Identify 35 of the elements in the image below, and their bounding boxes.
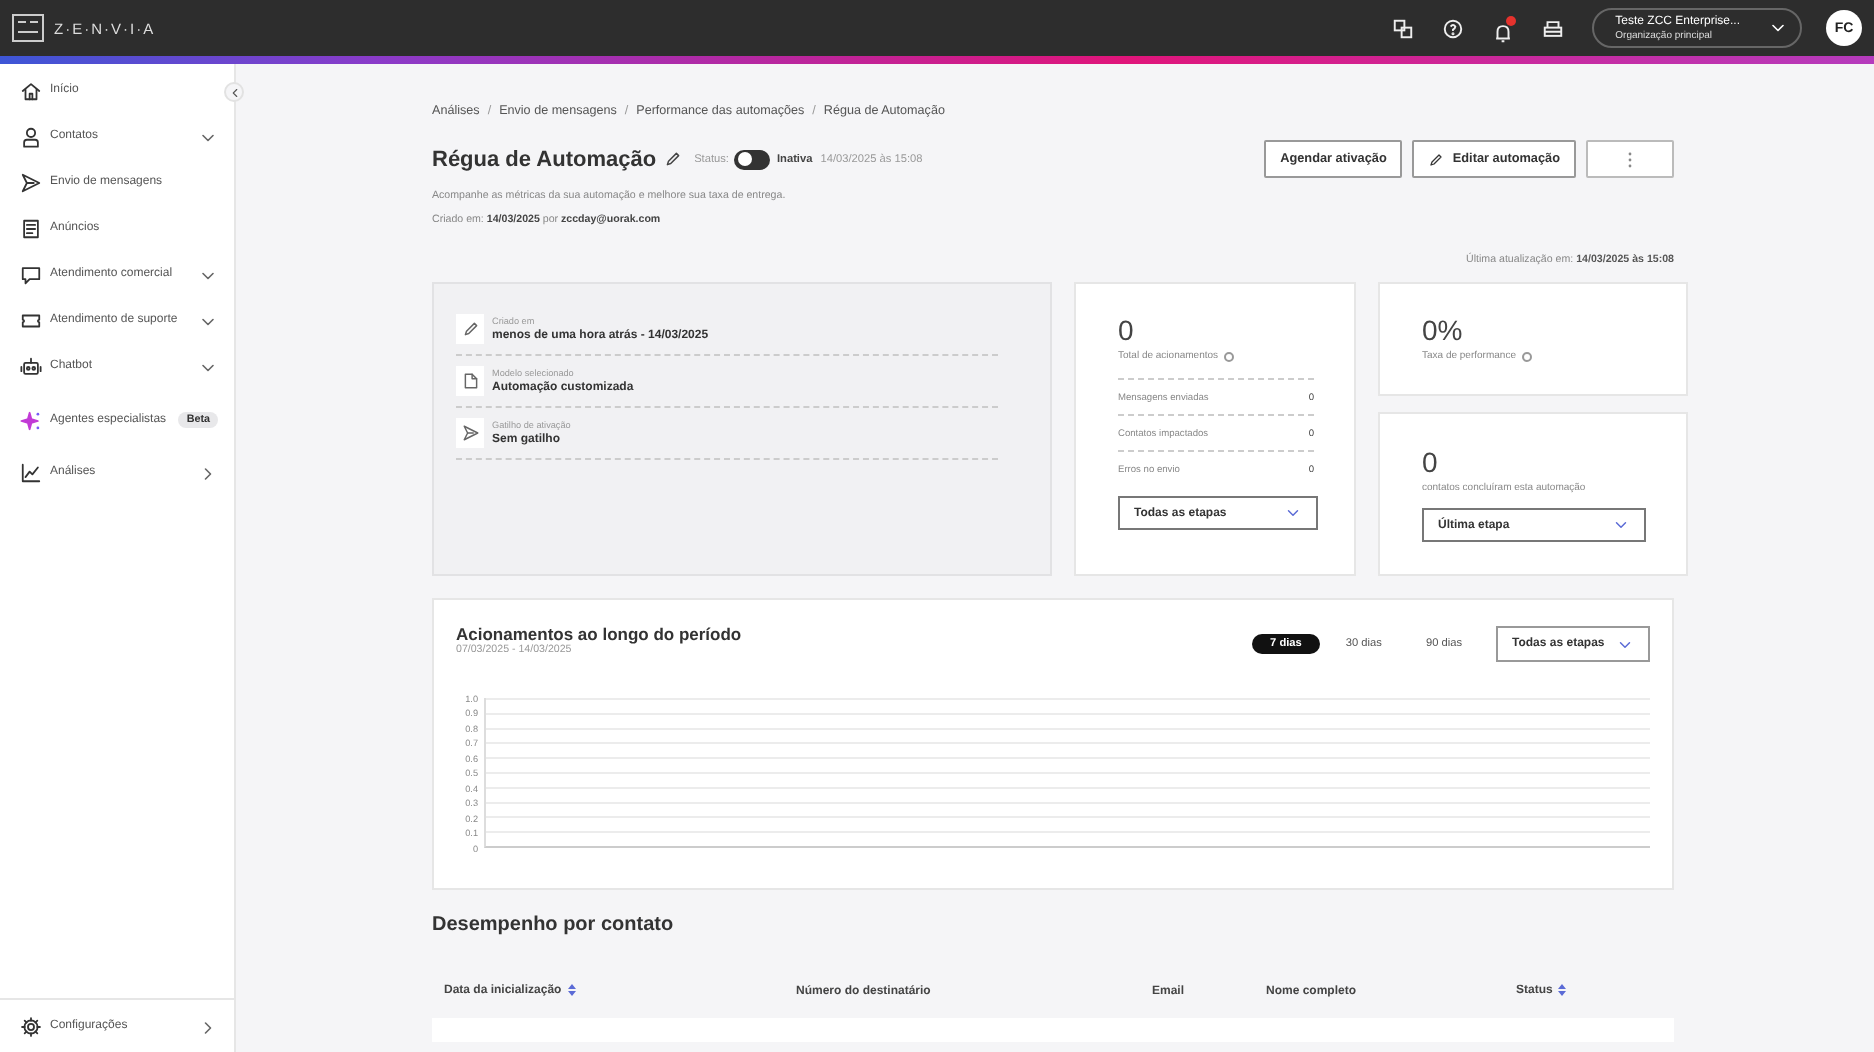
status-toggle[interactable]	[734, 149, 771, 169]
pencil-icon	[1428, 151, 1445, 167]
robot-icon	[20, 356, 42, 378]
newspaper-icon	[20, 218, 42, 240]
chart-title: Acionamentos ao longo do período	[456, 624, 742, 644]
section-title: Desempenho por contato	[432, 912, 676, 938]
chat-bubble-icon	[20, 264, 42, 286]
send-icon	[461, 423, 479, 441]
page-title: Régua de Automação	[432, 147, 657, 171]
printer-icon[interactable]	[1541, 17, 1564, 39]
info-icon[interactable]	[1224, 351, 1235, 361]
logo-icon	[12, 14, 44, 42]
sparkle-icon	[20, 409, 42, 431]
help-icon[interactable]	[1441, 17, 1464, 39]
translate-icon[interactable]	[1391, 17, 1414, 39]
total-triggers-value: 0	[1118, 314, 1136, 346]
home-icon	[20, 80, 42, 102]
pencil-icon	[461, 319, 479, 337]
sort-icon[interactable]	[1558, 984, 1567, 997]
person-icon	[20, 126, 42, 148]
pencil-icon	[664, 149, 683, 167]
ticket-icon	[20, 310, 42, 332]
completed-value: 0	[1422, 446, 1440, 478]
chevron-left-icon	[227, 85, 241, 99]
send-icon	[20, 172, 42, 194]
sort-icon[interactable]	[567, 984, 576, 997]
collapse-button[interactable]	[224, 82, 244, 102]
settings-icon	[20, 1016, 42, 1038]
chevron-down-icon	[1284, 504, 1302, 522]
chevron-down-icon	[1612, 516, 1630, 534]
bell-icon[interactable]	[1491, 21, 1514, 43]
document-icon	[461, 371, 479, 389]
line-chart-icon	[20, 462, 42, 484]
performance-value: 0%	[1422, 314, 1465, 346]
info-icon[interactable]	[1521, 351, 1532, 361]
